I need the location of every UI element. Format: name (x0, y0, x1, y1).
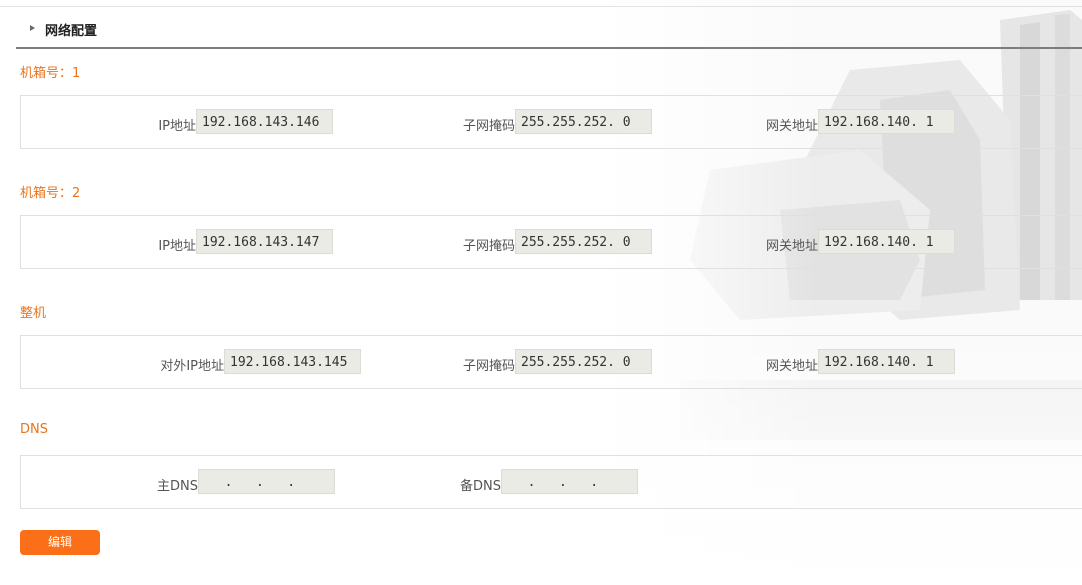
gateway-field[interactable]: 192.168.140. 1 (818, 109, 955, 134)
ip-field[interactable]: 192.168.143.146 (196, 109, 333, 134)
subnet-mask-field[interactable]: 255.255.252. 0 (515, 349, 652, 374)
chassis-1-label: 机箱号：1 (20, 66, 81, 81)
whole-machine-panel: 对外IP地址： 192.168.143.145 子网掩码： 255.255.25… (20, 335, 1082, 389)
subnet-mask-field[interactable]: 255.255.252. 0 (515, 229, 652, 254)
edit-button[interactable]: 编辑 (20, 530, 100, 555)
chassis-1-panel: IP地址： 192.168.143.146 子网掩码： 255.255.252.… (20, 95, 1082, 149)
ip-field[interactable]: 192.168.143.147 (196, 229, 333, 254)
top-divider (0, 6, 1082, 7)
primary-dns-field[interactable]: . . . (198, 469, 335, 494)
secondary-dns-field[interactable]: . . . (501, 469, 638, 494)
subnet-mask-field[interactable]: 255.255.252. 0 (515, 109, 652, 134)
section-header[interactable]: 网络配置 (16, 16, 1082, 49)
whole-machine-label: 整机 (20, 306, 47, 321)
external-ip-field[interactable]: 192.168.143.145 (224, 349, 361, 374)
dns-panel: 主DNS： . . . 备DNS： . . . (20, 455, 1082, 509)
dns-label: DNS (20, 422, 48, 437)
gateway-field[interactable]: 192.168.140. 1 (818, 349, 955, 374)
collapse-triangle-icon[interactable] (30, 25, 35, 31)
gateway-field[interactable]: 192.168.140. 1 (818, 229, 955, 254)
chassis-2-label: 机箱号：2 (20, 186, 81, 201)
page-title: 网络配置 (45, 24, 98, 39)
chassis-2-panel: IP地址： 192.168.143.147 子网掩码： 255.255.252.… (20, 215, 1082, 269)
